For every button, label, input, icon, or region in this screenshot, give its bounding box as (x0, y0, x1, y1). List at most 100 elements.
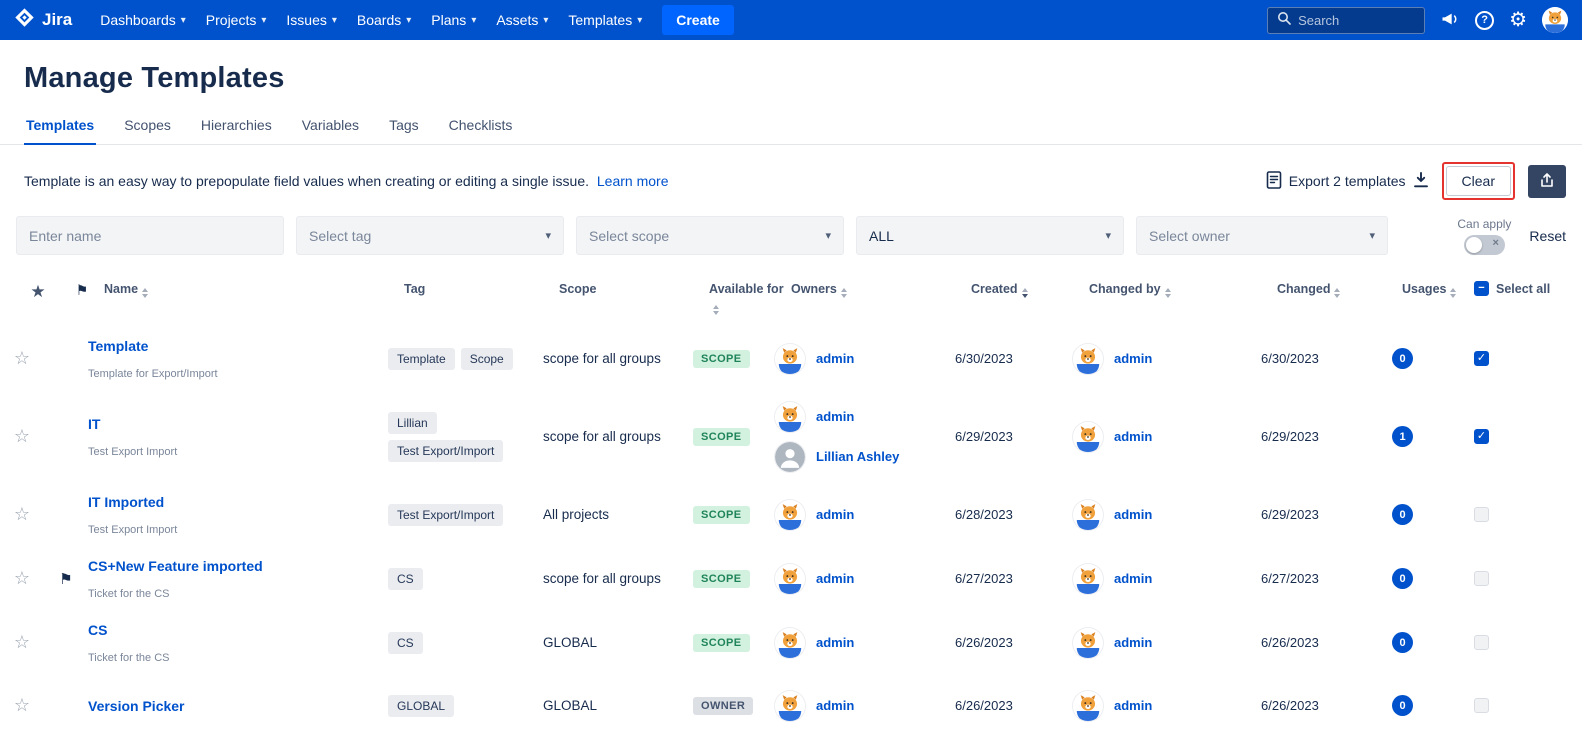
template-name-link[interactable]: Version Picker (88, 698, 185, 714)
tabs: Templates Scopes Hierarchies Variables Tags C… (0, 111, 1582, 145)
tab-hierarchies[interactable]: Hierarchies (199, 111, 274, 145)
can-apply-control: Can apply × (1457, 217, 1511, 255)
sort-icon[interactable] (1165, 288, 1171, 298)
sort-icon[interactable] (1334, 288, 1340, 298)
share-button[interactable] (1528, 165, 1566, 198)
scope-filter-select[interactable]: Select scope ▾ (576, 216, 844, 255)
select-all-checkbox[interactable] (1474, 281, 1489, 296)
owners-cell: admin (775, 691, 955, 721)
user-link[interactable]: admin (1114, 351, 1152, 366)
nav-item-issues[interactable]: Issues▾ (276, 0, 347, 40)
user-link[interactable]: admin (1114, 507, 1152, 522)
row-checkbox[interactable] (1474, 507, 1489, 522)
user-link[interactable]: admin (816, 571, 854, 586)
available-filter-select[interactable]: ALL ▾ (856, 216, 1124, 255)
tag-chip: Template (388, 348, 455, 370)
sort-icon[interactable] (1022, 288, 1028, 298)
user-link[interactable]: Lillian Ashley (816, 449, 899, 464)
user-avatar[interactable] (1542, 7, 1568, 33)
owner-filter-select[interactable]: Select owner ▾ (1136, 216, 1388, 255)
nav-search[interactable] (1267, 7, 1425, 34)
row-checkbox[interactable] (1474, 351, 1489, 366)
column-header-usages[interactable]: Usages (1402, 282, 1446, 296)
user-link[interactable]: admin (816, 698, 854, 713)
nav-item-assets[interactable]: Assets▾ (486, 0, 558, 40)
favorite-star-icon[interactable]: ☆ (14, 426, 30, 446)
nav-item-label: Boards (357, 12, 401, 28)
user-link[interactable]: admin (816, 635, 854, 650)
favorite-column-icon[interactable]: ★ (30, 282, 45, 301)
user-link[interactable]: admin (816, 507, 854, 522)
usages-badge: 0 (1392, 348, 1413, 369)
help-button[interactable]: ? (1475, 11, 1494, 30)
row-checkbox[interactable] (1474, 571, 1489, 586)
template-name-link[interactable]: IT Imported (88, 494, 164, 510)
toggle-off-icon: × (1492, 237, 1498, 249)
scope-cell: scope for all groups (543, 571, 693, 586)
template-name-link[interactable]: CS+New Feature imported (88, 558, 263, 574)
can-apply-toggle[interactable]: × (1464, 235, 1505, 255)
tag-chip: Test Export/Import (388, 504, 503, 526)
reset-button[interactable]: Reset (1529, 228, 1566, 244)
search-input[interactable] (1298, 13, 1415, 28)
template-name-link[interactable]: IT (88, 416, 100, 432)
jira-logo[interactable]: Jira (14, 7, 72, 33)
create-button[interactable]: Create (662, 5, 734, 35)
tag-filter-select[interactable]: Select tag ▾ (296, 216, 564, 255)
sort-icon[interactable] (1450, 288, 1456, 298)
column-header-owners[interactable]: Owners (791, 282, 837, 296)
clear-button[interactable]: Clear (1446, 166, 1511, 196)
changed-by-cell: admin (1073, 564, 1261, 594)
column-header-changed-by[interactable]: Changed by (1089, 282, 1161, 296)
sort-icon[interactable] (713, 305, 719, 315)
flag-column-icon[interactable]: ⚑ (76, 282, 89, 298)
user-link[interactable]: admin (1114, 571, 1152, 586)
sort-icon[interactable] (841, 288, 847, 298)
row-checkbox[interactable] (1474, 429, 1489, 444)
user-link[interactable]: admin (1114, 429, 1152, 444)
changed-date: 6/30/2023 (1261, 351, 1386, 366)
user-link[interactable]: admin (1114, 698, 1152, 713)
settings-button[interactable]: ⚙ (1509, 10, 1527, 30)
template-description: Ticket for the CS (88, 588, 388, 600)
chevron-down-icon: ▾ (637, 15, 642, 26)
template-name-link[interactable]: Template (88, 338, 148, 354)
user-link[interactable]: admin (816, 351, 854, 366)
export-templates-button[interactable]: Export 2 templates (1266, 171, 1429, 192)
favorite-star-icon[interactable]: ☆ (14, 504, 30, 524)
favorite-star-icon[interactable]: ☆ (14, 348, 30, 368)
tab-templates[interactable]: Templates (24, 111, 96, 145)
column-header-created[interactable]: Created (971, 282, 1018, 296)
table-row: ☆ ⚑ CS Ticket for the CS CS GLOBAL SCOPE… (0, 611, 1582, 675)
tab-scopes[interactable]: Scopes (122, 111, 173, 145)
favorite-star-icon[interactable]: ☆ (14, 568, 30, 588)
chevron-down-icon: ▾ (543, 15, 548, 26)
nav-item-projects[interactable]: Projects▾ (196, 0, 277, 40)
column-header-changed[interactable]: Changed (1277, 282, 1330, 296)
tab-tags[interactable]: Tags (387, 111, 421, 145)
column-header-name[interactable]: Name (104, 282, 138, 296)
changed-date: 6/27/2023 (1261, 571, 1386, 586)
scope-cell: scope for all groups (543, 429, 693, 444)
favorite-star-icon[interactable]: ☆ (14, 695, 30, 715)
nav-item-dashboards[interactable]: Dashboards▾ (90, 0, 196, 40)
nav-item-templates[interactable]: Templates▾ (558, 0, 652, 40)
nav-item-plans[interactable]: Plans▾ (421, 0, 486, 40)
row-checkbox[interactable] (1474, 698, 1489, 713)
user-link[interactable]: admin (816, 409, 854, 424)
name-filter-input[interactable] (16, 216, 284, 255)
announcement-button[interactable] (1440, 9, 1460, 32)
template-name-link[interactable]: CS (88, 622, 107, 638)
row-checkbox[interactable] (1474, 635, 1489, 650)
description-bar: Template is an easy way to prepopulate f… (0, 145, 1582, 210)
user-link[interactable]: admin (1114, 635, 1152, 650)
column-header-available-for[interactable]: Available for (709, 282, 784, 296)
favorite-star-icon[interactable]: ☆ (14, 632, 30, 652)
tab-variables[interactable]: Variables (300, 111, 361, 145)
learn-more-link[interactable]: Learn more (597, 173, 669, 189)
nav-item-boards[interactable]: Boards▾ (347, 0, 421, 40)
tab-checklists[interactable]: Checklists (447, 111, 515, 145)
sort-icon[interactable] (142, 288, 148, 298)
owners-cell: admin Lillian Ashley (775, 402, 955, 472)
document-icon (1266, 171, 1282, 192)
